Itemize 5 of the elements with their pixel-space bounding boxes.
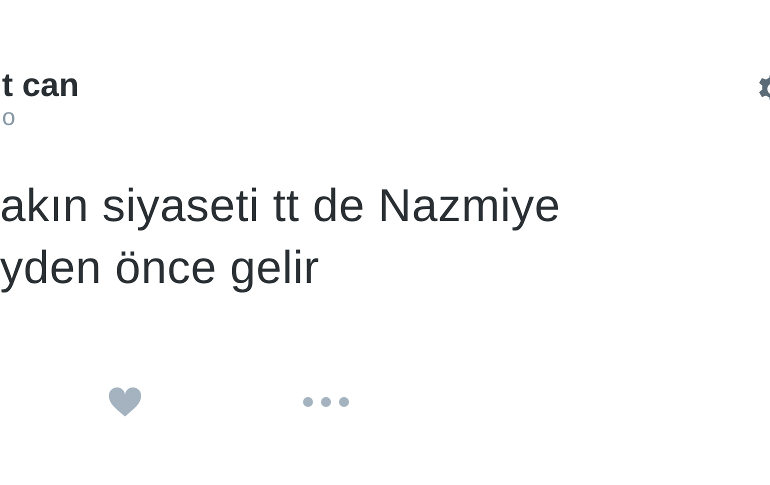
- author-name[interactable]: t can: [2, 66, 80, 104]
- author-handle: o: [2, 104, 16, 132]
- tweet-text: akın siyaseti tt de Nazmiye yden önce gelir: [0, 178, 562, 295]
- heart-icon[interactable]: [107, 386, 143, 418]
- more-icon[interactable]: [302, 396, 350, 408]
